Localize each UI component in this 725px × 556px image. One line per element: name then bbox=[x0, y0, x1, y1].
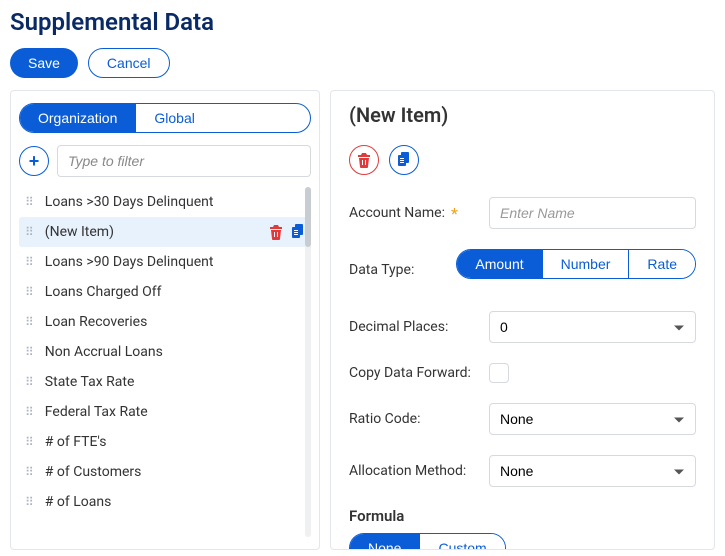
cancel-button[interactable]: Cancel bbox=[88, 48, 170, 78]
allocation-method-label: Allocation Method: bbox=[349, 463, 489, 479]
drag-handle-icon[interactable]: ⠿ bbox=[25, 469, 35, 475]
detail-panel: ⠿⠿ (New Item) Account Name:* bbox=[330, 90, 715, 550]
account-name-input[interactable] bbox=[489, 197, 696, 229]
add-item-button[interactable]: + bbox=[19, 146, 49, 176]
list-item-label: # of Customers bbox=[45, 464, 305, 480]
allocation-method-select[interactable]: None bbox=[489, 455, 696, 487]
account-name-label: Account Name:* bbox=[349, 204, 489, 223]
list-item-label: Loans >30 Days Delinquent bbox=[45, 194, 305, 210]
ratio-code-select[interactable]: None bbox=[489, 403, 696, 435]
drag-handle-icon[interactable]: ⠿ bbox=[25, 379, 35, 385]
list-item[interactable]: ⠿ Federal Tax Rate bbox=[19, 397, 311, 427]
drag-handle-icon[interactable]: ⠿ bbox=[25, 199, 35, 205]
list-item[interactable]: ⠿ # of Customers bbox=[19, 457, 311, 487]
list-item-label: # of FTE's bbox=[45, 434, 305, 450]
formula-toggle: None Custom bbox=[349, 533, 506, 550]
scope-toggle: Organization Global bbox=[19, 103, 311, 133]
list-item[interactable]: ⠿ Loans Charged Off bbox=[19, 277, 311, 307]
trash-icon bbox=[357, 152, 371, 168]
drag-handle-icon[interactable]: ⠿ bbox=[25, 409, 35, 415]
delete-item-button[interactable] bbox=[269, 224, 283, 240]
list-item-label: Loans >90 Days Delinquent bbox=[45, 254, 305, 270]
page-title: Supplemental Data bbox=[0, 0, 725, 44]
duplicate-item-button[interactable] bbox=[291, 224, 305, 240]
list-item[interactable]: ⠿ Loans >30 Days Delinquent bbox=[19, 187, 311, 217]
list-item-label: Non Accrual Loans bbox=[45, 344, 305, 360]
scope-tab-organization[interactable]: Organization bbox=[20, 104, 135, 132]
top-action-bar: Save Cancel bbox=[0, 44, 725, 90]
list-item[interactable]: ⠿ Loans >90 Days Delinquent bbox=[19, 247, 311, 277]
list-item[interactable]: ⠿ Loan Recoveries bbox=[19, 307, 311, 337]
data-type-toggle: Amount Number Rate bbox=[456, 249, 696, 279]
panel-splitter-handle[interactable]: ⠿⠿ bbox=[330, 316, 331, 324]
trash-icon bbox=[269, 224, 283, 240]
list-item[interactable]: ⠿ Non Accrual Loans bbox=[19, 337, 311, 367]
copy-forward-checkbox[interactable] bbox=[489, 363, 509, 383]
item-list: ⠿ Loans >30 Days Delinquent ⠿ (New Item) bbox=[19, 187, 311, 537]
decimal-places-select[interactable]: 0 bbox=[489, 311, 696, 343]
formula-none[interactable]: None bbox=[350, 534, 419, 550]
duplicate-icon bbox=[291, 224, 305, 240]
copy-forward-label: Copy Data Forward: bbox=[349, 365, 489, 381]
save-button[interactable]: Save bbox=[10, 48, 78, 78]
list-item-label: # of Loans bbox=[45, 494, 305, 510]
drag-handle-icon[interactable]: ⠿ bbox=[25, 499, 35, 505]
list-item[interactable]: ⠿ State Tax Rate bbox=[19, 367, 311, 397]
data-type-amount[interactable]: Amount bbox=[457, 250, 541, 278]
list-item-label: (New Item) bbox=[45, 224, 259, 240]
drag-handle-icon[interactable]: ⠿ bbox=[25, 259, 35, 265]
formula-section-heading: Formula bbox=[349, 507, 696, 525]
detail-title: (New Item) bbox=[349, 103, 696, 127]
scope-tab-global[interactable]: Global bbox=[135, 104, 212, 132]
plus-icon: + bbox=[29, 151, 40, 172]
filter-input[interactable] bbox=[57, 145, 311, 177]
item-list-panel: Organization Global + ⠿ Loans >30 Days D… bbox=[10, 90, 320, 550]
decimal-places-label: Decimal Places: bbox=[349, 319, 489, 335]
data-type-number[interactable]: Number bbox=[542, 250, 629, 278]
drag-handle-icon[interactable]: ⠿ bbox=[25, 319, 35, 325]
duplicate-icon bbox=[397, 152, 411, 168]
data-type-rate[interactable]: Rate bbox=[628, 250, 695, 278]
duplicate-detail-button[interactable] bbox=[389, 145, 419, 175]
list-item-label: Loans Charged Off bbox=[45, 284, 305, 300]
drag-handle-icon[interactable]: ⠿ bbox=[25, 349, 35, 355]
list-item-label: Loan Recoveries bbox=[45, 314, 305, 330]
required-indicator: * bbox=[451, 204, 458, 223]
delete-detail-button[interactable] bbox=[349, 145, 379, 175]
ratio-code-label: Ratio Code: bbox=[349, 411, 489, 427]
drag-handle-icon[interactable]: ⠿ bbox=[25, 439, 35, 445]
drag-handle-icon[interactable]: ⠿ bbox=[25, 289, 35, 295]
list-scrollbar-thumb[interactable] bbox=[305, 187, 311, 247]
data-type-label: Data Type: bbox=[349, 262, 456, 278]
list-item[interactable]: ⠿ (New Item) bbox=[19, 217, 311, 247]
drag-handle-icon[interactable]: ⠿ bbox=[25, 229, 35, 235]
list-item[interactable]: ⠿ # of FTE's bbox=[19, 427, 311, 457]
list-item-label: State Tax Rate bbox=[45, 374, 305, 390]
formula-custom[interactable]: Custom bbox=[419, 534, 504, 550]
list-item[interactable]: ⠿ # of Loans bbox=[19, 487, 311, 517]
list-item-label: Federal Tax Rate bbox=[45, 404, 305, 420]
